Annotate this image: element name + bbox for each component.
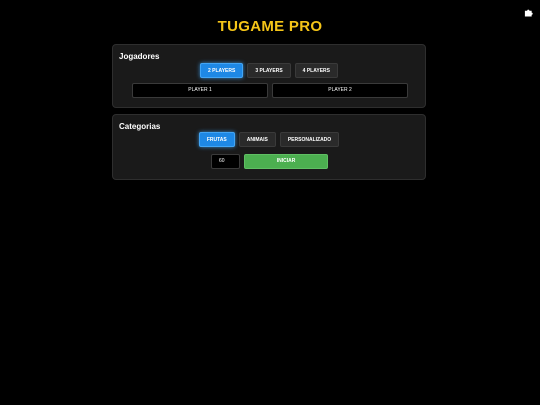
category-frutas-button[interactable]: FRUTAS [198, 132, 235, 147]
puzzle-icon[interactable] [524, 8, 533, 17]
four-players-button[interactable]: 4 PLAYERS [294, 63, 338, 78]
app-title: TUGAME PRO [217, 18, 323, 35]
category-personalizado-button[interactable]: PERSONALIZADO [279, 132, 340, 147]
player-2-name-input[interactable]: PLAYER 2 [272, 83, 408, 98]
categories-panel: Categorias FRUTAS ANIMAIS PERSONALIZADO … [112, 114, 426, 180]
start-controls: 60 INICIAR [211, 154, 328, 169]
categories-heading: Categorias [119, 122, 161, 131]
game-setup-screen: TUGAME PRO Jogadores 2 PLAYERS 3 PLAYERS… [0, 0, 540, 405]
time-input[interactable]: 60 [211, 154, 240, 169]
players-panel: Jogadores 2 PLAYERS 3 PLAYERS 4 PLAYERS … [112, 44, 426, 108]
three-players-button[interactable]: 3 PLAYERS [247, 63, 291, 78]
players-heading: Jogadores [119, 52, 160, 61]
category-animais-button[interactable]: ANIMAIS [238, 132, 276, 147]
start-button[interactable]: INICIAR [244, 154, 328, 169]
player-name-inputs: PLAYER 1 PLAYER 2 [132, 83, 408, 98]
two-players-button[interactable]: 2 PLAYERS [200, 63, 244, 78]
category-options: FRUTAS ANIMAIS PERSONALIZADO [113, 132, 425, 147]
player-count-options: 2 PLAYERS 3 PLAYERS 4 PLAYERS [113, 63, 425, 78]
player-1-name-input[interactable]: PLAYER 1 [132, 83, 268, 98]
